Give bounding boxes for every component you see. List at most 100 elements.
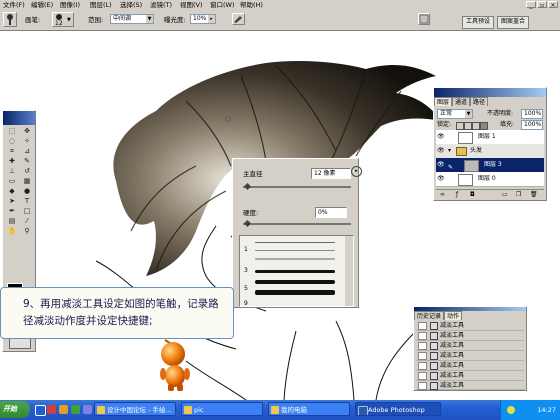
tab-history[interactable]: 历史记录 <box>414 311 445 320</box>
tab-paths[interactable]: 路径 <box>470 97 489 106</box>
brush-stroke-preview[interactable] <box>255 258 335 260</box>
tray-icon[interactable] <box>507 406 515 414</box>
hand-tool-icon[interactable]: ✋ <box>5 227 19 236</box>
minimize-button[interactable]: _ <box>526 1 536 9</box>
pen-tool-icon[interactable]: ✒ <box>5 207 19 216</box>
action-row[interactable]: 减淡工具 <box>416 361 524 371</box>
menu-image[interactable]: 图像(I) <box>60 1 80 9</box>
gradient-tool-icon[interactable]: ▦ <box>20 177 34 186</box>
hardness-slider[interactable] <box>243 223 351 225</box>
dodge-tool-icon[interactable] <box>3 12 17 27</box>
action-row[interactable]: 减淡工具 <box>416 381 524 390</box>
opacity-input[interactable]: 100% <box>521 109 543 119</box>
trash-icon[interactable]: 🗑 <box>530 191 538 198</box>
shape-tool-icon[interactable]: □ <box>20 207 34 216</box>
brush-tool-icon[interactable]: ✎ <box>20 157 34 166</box>
blend-mode-select[interactable]: 正常 ▼ <box>437 109 473 119</box>
close-button[interactable]: × <box>548 1 558 9</box>
eraser-tool-icon[interactable]: ▭ <box>5 177 19 186</box>
task-photoshop[interactable]: Adobe Photoshop <box>355 402 441 416</box>
menu-window[interactable]: 窗口(W) <box>210 1 235 9</box>
menu-view[interactable]: 视图(V) <box>180 1 203 9</box>
move-tool-icon[interactable]: ✥ <box>20 127 34 136</box>
eye-icon[interactable]: 👁 <box>437 161 445 169</box>
lock-transparency-icon[interactable] <box>456 122 464 130</box>
start-button[interactable]: 开始 <box>0 401 30 418</box>
menu-layer[interactable]: 图层(L) <box>90 1 112 9</box>
checkbox[interactable] <box>418 322 427 330</box>
slice-tool-icon[interactable]: ⊿ <box>20 147 34 156</box>
quicklaunch-icon[interactable] <box>71 405 80 414</box>
mask-icon[interactable]: ◘ <box>470 191 475 198</box>
action-row[interactable]: 减淡工具 <box>416 371 524 381</box>
new-group-icon[interactable]: ▭ <box>502 191 508 198</box>
dodge-tool-icon[interactable]: ● <box>20 187 34 196</box>
eye-icon[interactable]: 👁 <box>437 175 445 183</box>
menu-edit[interactable]: 编辑(E) <box>31 1 53 9</box>
action-row[interactable]: 减淡工具 <box>416 331 524 341</box>
checkbox[interactable] <box>418 352 427 360</box>
checkbox[interactable] <box>418 382 427 390</box>
tab-layers[interactable]: 图层 <box>434 97 453 106</box>
lock-pixels-icon[interactable] <box>464 122 472 130</box>
eye-icon[interactable]: 👁 <box>437 133 445 141</box>
history-brush-icon[interactable]: ↺ <box>20 167 34 176</box>
healing-brush-icon[interactable]: ✚ <box>5 157 19 166</box>
restore-button[interactable]: ▫ <box>537 1 547 9</box>
eyedropper-icon[interactable]: ⁄ <box>20 217 34 226</box>
chevron-down-icon[interactable]: ▾ <box>448 144 451 158</box>
marquee-tool-icon[interactable]: ⬚ <box>5 127 19 136</box>
crop-tool-icon[interactable]: ⌗ <box>5 147 19 156</box>
fx-icon[interactable]: ƒ <box>456 191 458 198</box>
brush-preset-list[interactable]: 1 3 5 9 <box>239 235 354 307</box>
diameter-input[interactable]: 12 像素 <box>311 168 351 179</box>
action-row[interactable]: 减淡工具 <box>416 321 524 331</box>
airbrush-button[interactable] <box>232 13 245 25</box>
quicklaunch-icon[interactable] <box>47 405 56 414</box>
new-layer-icon[interactable]: ❐ <box>516 191 521 198</box>
type-tool-icon[interactable]: T <box>20 197 34 206</box>
brush-stroke-preview[interactable] <box>255 280 335 284</box>
brush-stroke-preview[interactable] <box>255 242 335 243</box>
checkbox[interactable] <box>418 372 427 380</box>
brush-stroke-preview[interactable] <box>255 250 335 251</box>
task-browser[interactable]: 设计中国论坛 - 手绘... <box>94 402 176 416</box>
brush-list-scrollbar[interactable] <box>345 236 353 306</box>
task-my-computer[interactable]: 我的电脑 <box>268 402 350 416</box>
brush-stroke-preview[interactable] <box>255 270 335 273</box>
menu-filter[interactable]: 滤镜(T) <box>150 1 172 9</box>
ie-icon[interactable] <box>35 405 46 416</box>
path-select-icon[interactable]: ➤ <box>5 197 19 206</box>
checkbox[interactable] <box>418 332 427 340</box>
tab-channels[interactable]: 通道 <box>452 97 471 106</box>
layer-row[interactable]: 👁 图层 0 <box>436 172 544 187</box>
action-row[interactable]: 减淡工具 <box>416 341 524 351</box>
palette-well-icon[interactable] <box>418 13 430 25</box>
brush-menu-button[interactable]: ▸ <box>351 166 362 177</box>
diameter-slider[interactable] <box>243 186 351 188</box>
slider-knob[interactable] <box>243 219 252 228</box>
checkbox[interactable] <box>418 342 427 350</box>
lock-position-icon[interactable] <box>472 122 480 130</box>
tab-actions[interactable]: 动作 <box>444 311 463 320</box>
notes-tool-icon[interactable]: ▤ <box>5 217 19 226</box>
menu-select[interactable]: 选择(S) <box>120 1 142 9</box>
layer-row[interactable]: 👁 图层 1 <box>436 130 544 145</box>
blur-tool-icon[interactable]: ◆ <box>5 187 19 196</box>
range-select[interactable]: 中间调 ▼ <box>110 14 154 24</box>
quicklaunch-icon[interactable] <box>59 405 68 414</box>
quicklaunch-icon[interactable] <box>83 405 92 414</box>
lock-all-icon[interactable] <box>480 122 488 130</box>
lasso-tool-icon[interactable]: ◌ <box>5 137 19 146</box>
eye-icon[interactable]: 👁 <box>437 147 445 155</box>
action-row[interactable]: 减淡工具 <box>416 351 524 361</box>
menu-help[interactable]: 帮助(H) <box>240 1 263 9</box>
exposure-input[interactable]: 10% ▸ <box>190 14 216 24</box>
menu-file[interactable]: 文件(F) <box>3 1 25 9</box>
slider-knob[interactable] <box>243 182 252 191</box>
brush-stroke-preview[interactable] <box>255 290 335 295</box>
fill-input[interactable]: 100% <box>521 120 543 130</box>
task-pic-folder[interactable]: pic <box>181 402 263 416</box>
tab-tool-presets[interactable]: 工具预设 <box>462 16 495 29</box>
stamp-tool-icon[interactable]: ⊥ <box>5 167 19 176</box>
